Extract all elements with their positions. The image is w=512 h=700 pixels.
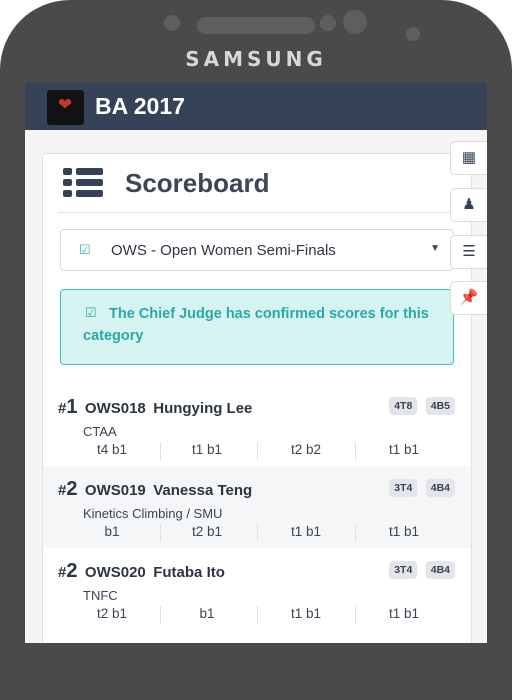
result-heading: #2 OWS020 Futaba Ito <box>58 560 225 583</box>
competitor-code: OWS020 <box>84 564 146 581</box>
climber-icon: ♟ <box>462 196 476 213</box>
caret-down-icon: ▼ <box>430 243 440 254</box>
attempt-cell: t1 b1 <box>388 606 420 621</box>
attempt-cell: t4 b1 <box>96 442 128 457</box>
tops-badge: 3T4 <box>389 479 418 497</box>
category-select[interactable]: ☑ OWS - Open Women Semi-Finals ▼ <box>60 229 454 271</box>
attempt-cell: t2 b1 <box>191 524 223 539</box>
confirmation-alert: ☑ The Chief Judge has confirmed scores f… <box>60 289 454 365</box>
attempt-cell: t2 b2 <box>290 442 322 457</box>
category-select-value: OWS - Open Women Semi-Finals <box>111 242 336 259</box>
bonus-badge: 4B4 <box>425 561 455 579</box>
rank-number: 2 <box>66 478 78 500</box>
scoreboard-list-icon <box>63 168 103 198</box>
sensor-dot-small <box>406 27 420 41</box>
attempt-cell: t1 b1 <box>290 524 322 539</box>
logo-emblem-icon: ❤ <box>57 95 73 114</box>
attempt-cell: t2 b1 <box>96 606 128 621</box>
bonus-badge: 4B5 <box>425 397 455 415</box>
score-summary: 3T4 4B4 <box>385 478 455 497</box>
attempts-row: b1 t2 b1 t1 b1 t1 b1 <box>43 524 471 544</box>
tab-pinned[interactable]: 📌 <box>450 281 487 315</box>
result-heading: #1 OWS018 Hungying Lee <box>58 396 252 419</box>
score-summary: 3T4 4B4 <box>385 560 455 579</box>
app-logo[interactable]: ❤ <box>47 90 84 125</box>
title-divider <box>58 212 468 213</box>
confirmation-alert-text: The Chief Judge has confirmed scores for… <box>83 306 429 344</box>
competitor-name: Futaba Ito <box>153 564 225 581</box>
attempt-cell: t1 b1 <box>388 442 420 457</box>
attempt-cell: t1 b1 <box>388 524 420 539</box>
result-row[interactable]: #2 OWS019 Vanessa Teng Kinetics Climbing… <box>43 466 471 548</box>
scoreboard-panel: Scoreboard ☑ OWS - Open Women Semi-Final… <box>42 153 472 643</box>
check-square-icon: ☑ <box>79 242 91 257</box>
earpiece-speaker <box>197 17 315 34</box>
sensor-dot-large <box>343 10 367 34</box>
competitor-club: Kinetics Climbing / SMU <box>83 506 223 521</box>
phone-top-bezel: SAMSUNG <box>0 0 512 90</box>
app-title: BA 2017 <box>95 93 185 119</box>
tops-badge: 4T8 <box>389 397 418 415</box>
attempts-row: t4 b1 t1 b1 t2 b2 t1 b1 <box>43 442 471 462</box>
attempt-cell: b1 <box>104 524 120 539</box>
competitor-name: Hungying Lee <box>153 400 253 417</box>
front-camera-dot <box>164 15 180 31</box>
tab-scoreboard[interactable]: ☰ <box>450 235 487 269</box>
competitor-club: TNFC <box>83 588 118 603</box>
sensor-dot <box>320 15 336 31</box>
phone-frame: SAMSUNG ❤ BA 2017 Scoreboard ☑ OWS - Ope… <box>0 0 512 700</box>
calendar-icon: ▦ <box>461 149 477 166</box>
rank-number: 1 <box>66 396 78 418</box>
list-icon: ☰ <box>462 243 476 260</box>
page-title: Scoreboard <box>125 168 270 198</box>
attempt-cell: t1 b1 <box>290 606 322 621</box>
result-row[interactable]: #2 OWS020 Futaba Ito TNFC 3T4 4B4 t2 b1 … <box>43 548 471 630</box>
tops-badge: 3T4 <box>389 561 418 579</box>
phone-brand: SAMSUNG <box>185 47 327 71</box>
score-summary: 4T8 4B5 <box>385 396 455 415</box>
attempt-cell: t1 b1 <box>191 442 223 457</box>
app-header: ❤ BA 2017 <box>25 83 487 130</box>
app-screen: ❤ BA 2017 Scoreboard ☑ OWS - Open Women … <box>25 83 487 643</box>
competitor-code: OWS019 <box>84 482 146 499</box>
bonus-badge: 4B4 <box>425 479 455 497</box>
result-row[interactable]: #1 OWS018 Hungying Lee CTAA 4T8 4B5 t4 b… <box>43 384 471 466</box>
attempts-row: t2 b1 b1 t1 b1 t1 b1 <box>43 606 471 626</box>
attempt-cell: b1 <box>199 606 215 621</box>
rank-number: 2 <box>66 560 78 582</box>
tab-schedule[interactable]: ▦ <box>450 141 487 175</box>
competitor-club: CTAA <box>83 424 117 439</box>
tab-climbers[interactable]: ♟ <box>450 188 487 222</box>
competitor-code: OWS018 <box>84 400 146 417</box>
pin-icon: 📌 <box>459 289 479 306</box>
competitor-name: Vanessa Teng <box>153 482 253 499</box>
result-heading: #2 OWS019 Vanessa Teng <box>58 478 252 501</box>
